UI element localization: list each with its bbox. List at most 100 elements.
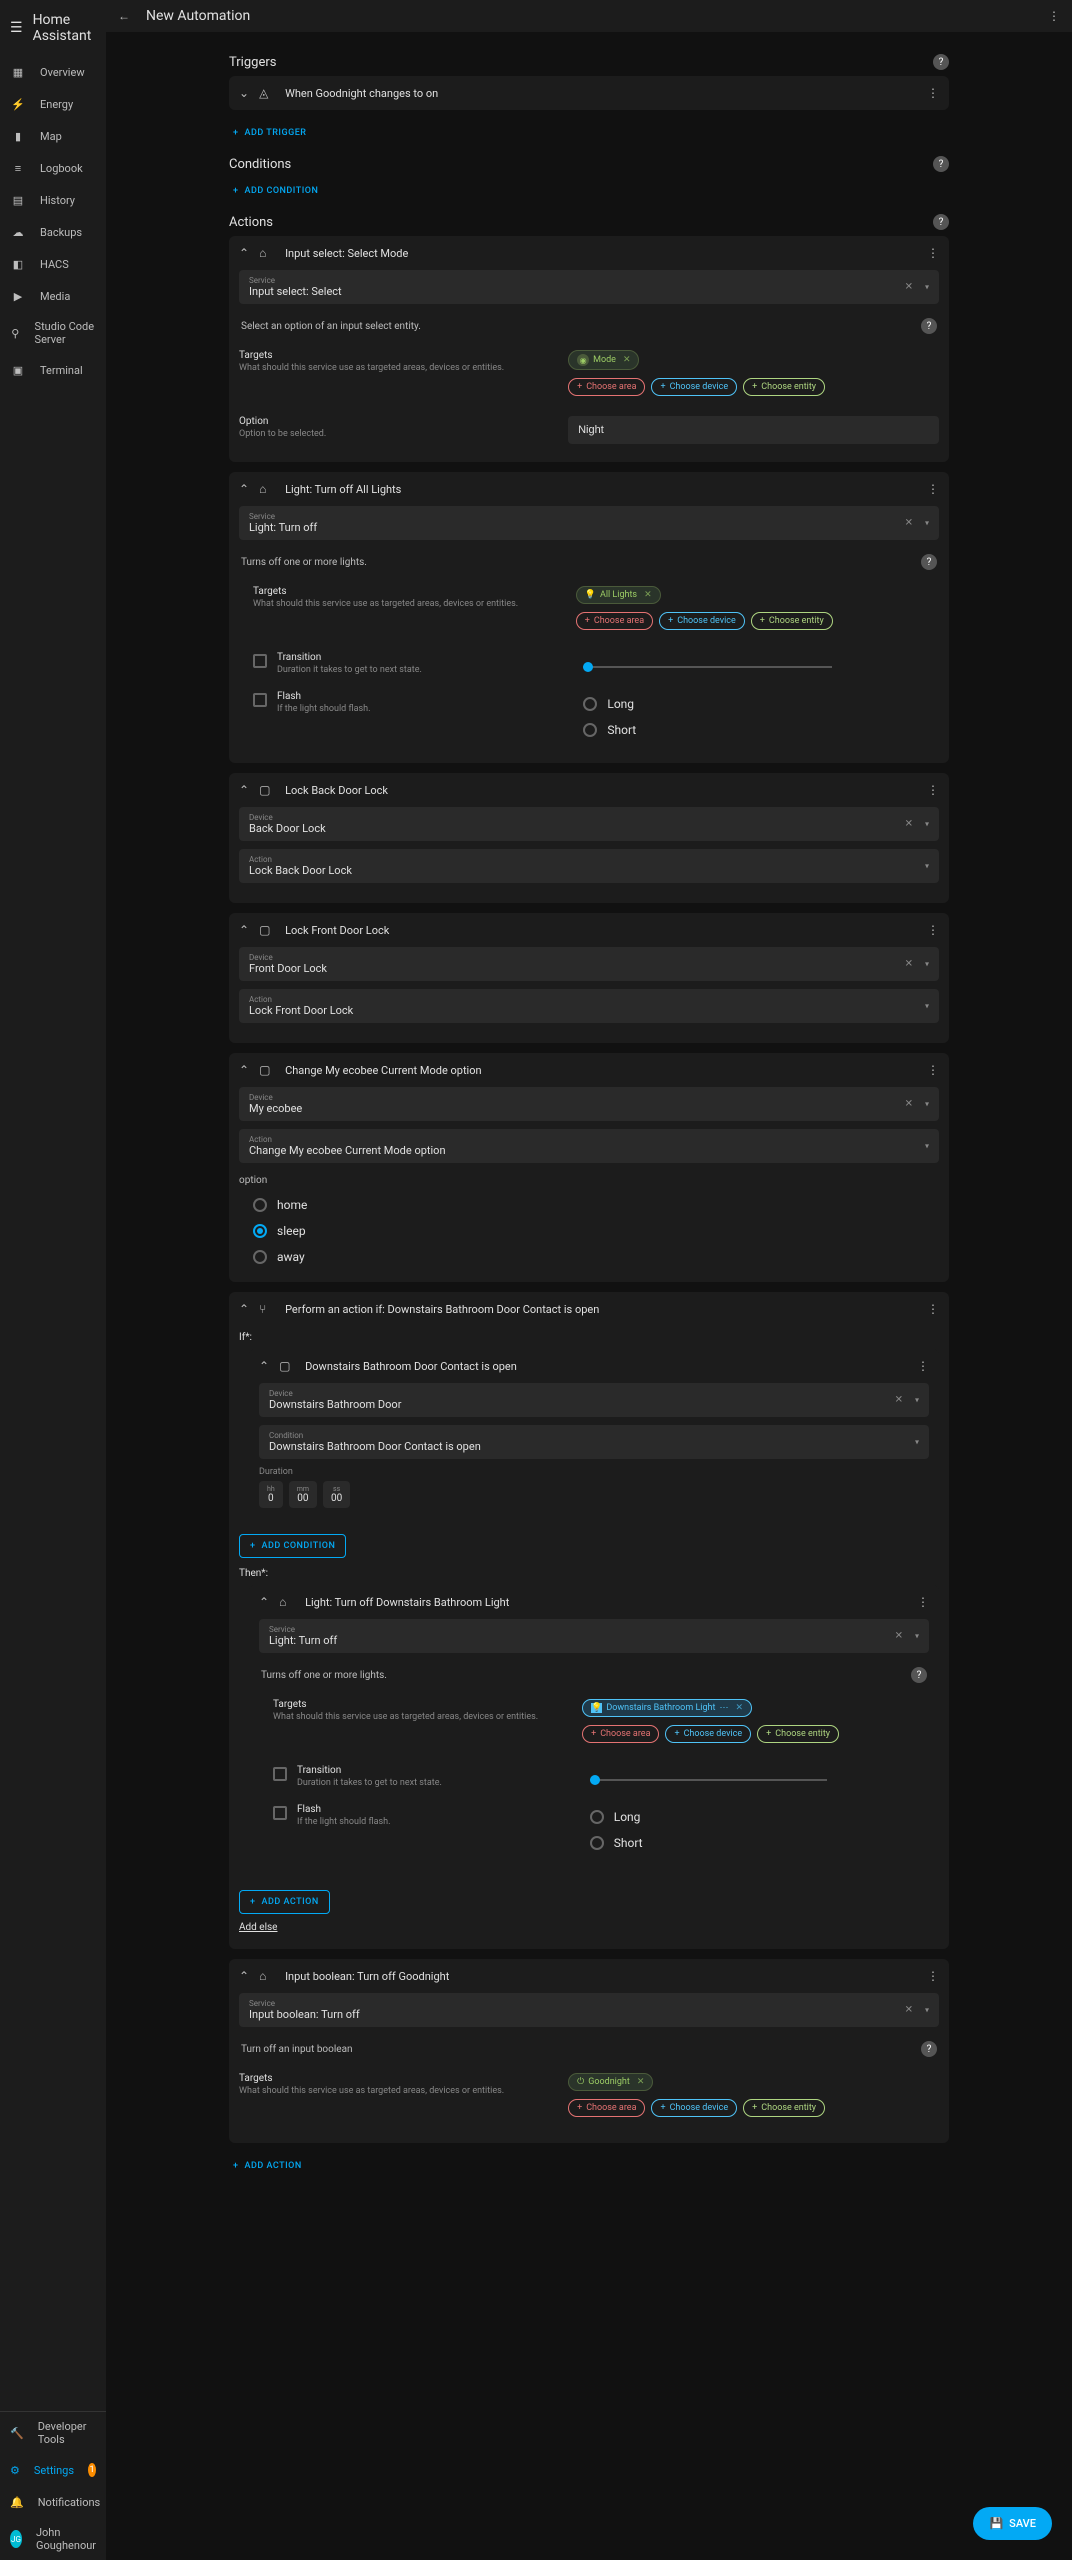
chip-remove[interactable]: ✕ — [735, 1703, 743, 1713]
add-else-link[interactable]: Add else — [239, 1918, 277, 1937]
add-condition-button[interactable]: +ADD CONDITION — [229, 178, 322, 204]
chevron-up-icon[interactable]: ⌃ — [239, 1063, 249, 1077]
duration-ss[interactable]: ss00 — [323, 1481, 350, 1508]
flash-checkbox[interactable] — [253, 693, 267, 707]
help-icon[interactable]: ? — [921, 554, 937, 570]
chevron-up-icon[interactable]: ⌃ — [259, 1595, 269, 1609]
transition-checkbox[interactable] — [253, 654, 267, 668]
chip-remove[interactable]: ✕ — [644, 590, 652, 600]
clear-icon[interactable]: ✕ — [905, 819, 913, 830]
radio-home[interactable] — [253, 1198, 267, 1212]
radio-short[interactable] — [583, 723, 597, 737]
chip-remove[interactable]: ✕ — [637, 2077, 645, 2087]
chevron-up-icon[interactable]: ⌃ — [239, 1969, 249, 1983]
sidebar-item-overview[interactable]: ▦Overview — [0, 56, 106, 88]
card-menu[interactable]: ⋮ — [927, 1063, 939, 1077]
help-icon[interactable]: ? — [921, 2041, 937, 2057]
option-input[interactable] — [568, 416, 939, 444]
help-icon[interactable]: ? — [933, 54, 949, 70]
slider-thumb[interactable] — [590, 1775, 600, 1785]
chevron-up-icon[interactable]: ⌃ — [239, 482, 249, 496]
clear-icon[interactable]: ✕ — [905, 282, 913, 293]
slider-thumb[interactable] — [583, 662, 593, 672]
add-condition-button[interactable]: +ADD CONDITION — [239, 1534, 346, 1558]
clear-icon[interactable]: ✕ — [905, 518, 913, 529]
dropdown-icon[interactable]: ▾ — [915, 1396, 919, 1405]
dropdown-icon[interactable]: ▾ — [925, 1100, 929, 1109]
service-field[interactable]: Service Light: Turn off ✕ ▾ — [259, 1619, 929, 1653]
chip-all-lights[interactable]: 💡All Lights✕ — [576, 586, 661, 604]
duration-hh[interactable]: hh0 — [259, 1481, 283, 1508]
choose-device-button[interactable]: + Choose device — [651, 2099, 737, 2117]
dropdown-icon[interactable]: ▾ — [925, 519, 929, 528]
device-field[interactable]: Device Back Door Lock ✕ ▾ — [239, 807, 939, 841]
add-trigger-button[interactable]: +ADD TRIGGER — [229, 120, 310, 146]
add-action-button[interactable]: +ADD ACTION — [229, 2153, 306, 2179]
sidebar-item-logbook[interactable]: ≡Logbook — [0, 152, 106, 184]
condition-field[interactable]: Condition Downstairs Bathroom Door Conta… — [259, 1425, 929, 1459]
card-menu[interactable]: ⋮ — [927, 482, 939, 496]
dropdown-icon[interactable]: ▾ — [925, 283, 929, 292]
sidebar-item-hacs[interactable]: ◧HACS — [0, 248, 106, 280]
sidebar-item-media[interactable]: ▶Media — [0, 280, 106, 312]
action-field[interactable]: Action Change My ecobee Current Mode opt… — [239, 1129, 939, 1163]
back-button[interactable]: ← — [118, 9, 130, 23]
card-menu[interactable]: ⋮ — [927, 1969, 939, 1983]
chevron-down-icon[interactable]: ⌄ — [239, 86, 249, 100]
dropdown-icon[interactable]: ▾ — [925, 820, 929, 829]
card-menu[interactable]: ⋮ — [927, 86, 939, 100]
card-menu[interactable]: ⋮ — [927, 923, 939, 937]
dropdown-icon[interactable]: ▾ — [925, 960, 929, 969]
action-field[interactable]: Action Lock Back Door Lock ▾ — [239, 849, 939, 883]
clear-icon[interactable]: ✕ — [905, 1099, 913, 1110]
radio-sleep[interactable] — [253, 1224, 267, 1238]
save-button[interactable]: 💾 SAVE — [973, 2507, 1052, 2540]
dropdown-icon[interactable]: ▾ — [915, 1438, 919, 1447]
chevron-up-icon[interactable]: ⌃ — [239, 1302, 249, 1316]
choose-entity-button[interactable]: + Choose entity — [743, 2099, 825, 2117]
sidebar-item-code[interactable]: ⚲Studio Code Server — [0, 312, 106, 354]
dropdown-icon[interactable]: ▾ — [925, 862, 929, 871]
choose-area-button[interactable]: + Choose area — [582, 1725, 659, 1743]
chevron-up-icon[interactable]: ⌃ — [239, 783, 249, 797]
dropdown-icon[interactable]: ▾ — [915, 1632, 919, 1641]
choose-device-button[interactable]: + Choose device — [659, 612, 745, 630]
transition-slider[interactable] — [590, 1779, 827, 1781]
chevron-up-icon[interactable]: ⌃ — [259, 1359, 269, 1373]
card-menu[interactable]: ⋮ — [917, 1359, 929, 1373]
sidebar-item-map[interactable]: ▮Map — [0, 120, 106, 152]
menu-icon[interactable]: ☰ — [10, 20, 23, 36]
choose-entity-button[interactable]: + Choose entity — [751, 612, 833, 630]
sidebar-item-history[interactable]: ▤History — [0, 184, 106, 216]
dropdown-icon[interactable]: ▾ — [925, 2006, 929, 2015]
choose-entity-button[interactable]: + Choose entity — [757, 1725, 839, 1743]
help-icon[interactable]: ? — [933, 214, 949, 230]
card-menu[interactable]: ⋮ — [927, 783, 939, 797]
radio-short[interactable] — [590, 1836, 604, 1850]
topbar-menu[interactable]: ⋮ — [1048, 9, 1060, 23]
service-field[interactable]: Service Input boolean: Turn off ✕ ▾ — [239, 1993, 939, 2027]
duration-mm[interactable]: mm00 — [289, 1481, 317, 1508]
clear-icon[interactable]: ✕ — [905, 959, 913, 970]
chip-remove[interactable]: ✕ — [623, 355, 631, 365]
add-action-button[interactable]: +ADD ACTION — [239, 1890, 330, 1914]
choose-device-button[interactable]: + Choose device — [651, 378, 737, 396]
sidebar-item-backups[interactable]: ☁Backups — [0, 216, 106, 248]
radio-long[interactable] — [590, 1810, 604, 1824]
choose-entity-button[interactable]: + Choose entity — [743, 378, 825, 396]
chevron-up-icon[interactable]: ⌃ — [239, 246, 249, 260]
device-field[interactable]: Device Downstairs Bathroom Door ✕ ▾ — [259, 1383, 929, 1417]
chevron-up-icon[interactable]: ⌃ — [239, 923, 249, 937]
choose-area-button[interactable]: + Choose area — [568, 378, 645, 396]
device-field[interactable]: Device My ecobee ✕ ▾ — [239, 1087, 939, 1121]
sidebar-item-terminal[interactable]: ▣Terminal — [0, 354, 106, 386]
service-field[interactable]: Service Light: Turn off ✕ ▾ — [239, 506, 939, 540]
transition-slider[interactable] — [583, 666, 832, 668]
card-menu[interactable]: ⋮ — [917, 1595, 929, 1609]
flash-checkbox[interactable] — [273, 1806, 287, 1820]
chip-goodnight[interactable]: ⏻Goodnight✕ — [568, 2073, 653, 2091]
help-icon[interactable]: ? — [921, 318, 937, 334]
help-icon[interactable]: ? — [933, 156, 949, 172]
service-field[interactable]: Service Input select: Select ✕ ▾ — [239, 270, 939, 304]
help-icon[interactable]: ? — [911, 1667, 927, 1683]
